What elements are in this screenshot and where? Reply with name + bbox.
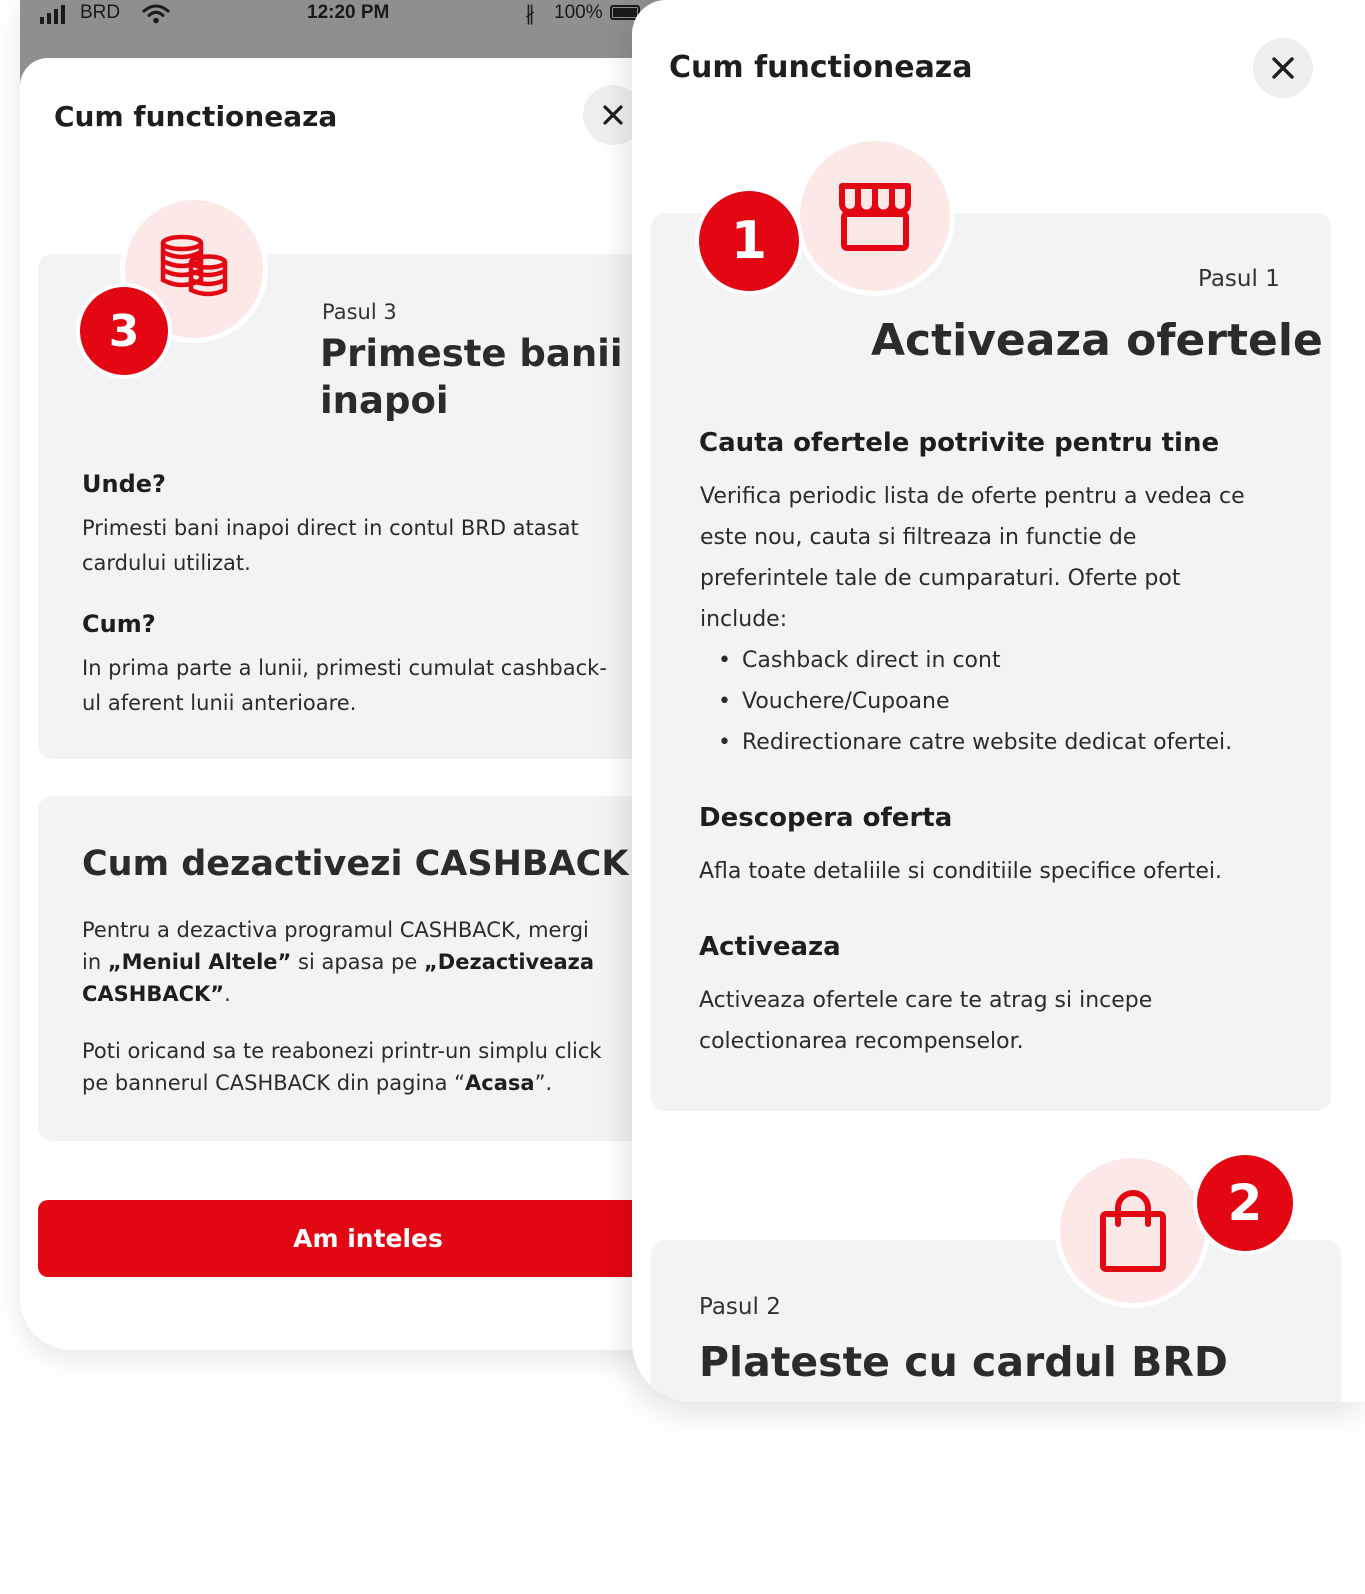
step3-title: Primeste banii inapoi bbox=[320, 330, 623, 425]
deactivate-text-line3: CASHBACK”. bbox=[82, 982, 231, 1006]
where-text-line1: Primesti bani inapoi direct in contul BR… bbox=[82, 516, 579, 540]
how-it-works-sheet-left: Cum functioneaza 3 Pasul 3 Primeste bani… bbox=[20, 58, 680, 1350]
search-text-line1: Verifica periodic lista de oferte pentru… bbox=[700, 484, 1245, 509]
step3-badge: 3 bbox=[76, 283, 172, 379]
step1-label: Pasul 1 bbox=[1198, 266, 1280, 292]
step3-title-line2: inapoi bbox=[320, 379, 449, 423]
where-heading: Unde? bbox=[82, 470, 166, 498]
sheet-title: Cum functioneaza bbox=[669, 50, 973, 85]
left-phone-screen: BRD 12:20 PM ∦ 100% Cum functioneaza 3 P… bbox=[20, 0, 680, 1350]
step3-title-line1: Primeste banii bbox=[320, 332, 623, 375]
how-text-line1: In prima parte a lunii, primesti cumulat… bbox=[82, 656, 607, 680]
activate-text-line1: Activeaza ofertele care te atrag si ince… bbox=[699, 988, 1153, 1013]
activate-heading: Activeaza bbox=[699, 932, 841, 962]
list-item: Redirectionare catre website dedicat ofe… bbox=[700, 722, 1320, 763]
bluetooth-icon: ∦ bbox=[525, 3, 535, 25]
resubscribe-text: Poti oricand sa te reabonezi printr-un s… bbox=[82, 1035, 680, 1099]
resubscribe-text-line1: Poti oricand sa te reabonezi printr-un s… bbox=[82, 1039, 602, 1063]
deactivate-text-line2: in „Meniul Altele” si apasa pe „Dezactiv… bbox=[82, 950, 595, 974]
coins-stack-icon bbox=[160, 234, 228, 297]
close-button[interactable] bbox=[1253, 38, 1313, 98]
close-icon bbox=[1272, 57, 1294, 79]
list-item: Cashback direct in cont bbox=[700, 640, 1320, 681]
how-heading: Cum? bbox=[82, 610, 156, 638]
discover-offer-heading: Descopera oferta bbox=[699, 803, 953, 833]
deactivate-text-line1: Pentru a dezactiva programul CASHBACK, m… bbox=[82, 918, 589, 942]
step3-label: Pasul 3 bbox=[322, 300, 397, 324]
step1-badge: 1 bbox=[695, 187, 803, 295]
wifi-icon bbox=[142, 4, 170, 24]
close-icon bbox=[603, 105, 623, 125]
activate-text: Activeaza ofertele care te atrag si ince… bbox=[699, 980, 1319, 1062]
step2-label: Pasul 2 bbox=[699, 1294, 781, 1320]
search-text-line3: preferintele tale de cumparaturi. Oferte… bbox=[700, 566, 1181, 591]
step2-badge: 2 bbox=[1193, 1151, 1297, 1255]
discover-offer-text: Afla toate detaliile si conditiile speci… bbox=[699, 859, 1223, 884]
step2-title: Plateste cu cardul BRD bbox=[699, 1338, 1228, 1386]
sheet-title: Cum functioneaza bbox=[54, 100, 338, 133]
store-icon bbox=[839, 183, 911, 251]
carrier-name: BRD bbox=[80, 2, 121, 23]
right-phone-screen: Cum functioneaza 1 Pasul 1 Activeaza ofe… bbox=[632, 0, 1365, 1402]
resubscribe-text-line2: pe bannerul CASHBACK din pagina “Acasa”. bbox=[82, 1071, 553, 1095]
step1-icon-bubble bbox=[795, 136, 955, 296]
where-text: Primesti bani inapoi direct in contul BR… bbox=[82, 511, 680, 581]
step1-title: Activeaza ofertele bbox=[871, 315, 1323, 366]
clock-time: 12:20 PM bbox=[307, 2, 390, 23]
where-text-line2: cardului utilizat. bbox=[82, 551, 251, 575]
search-offers-text: Verifica periodic lista de oferte pentru… bbox=[700, 476, 1320, 640]
battery-percentage: 100% bbox=[554, 2, 603, 23]
how-text-line2: ul aferent lunii anterioare. bbox=[82, 691, 357, 715]
search-text-line4: include: bbox=[700, 607, 788, 632]
signal-icon bbox=[40, 4, 65, 24]
shopping-bag-icon bbox=[1099, 1189, 1166, 1272]
deactivate-instructions: Pentru a dezactiva programul CASHBACK, m… bbox=[82, 914, 680, 1010]
understood-button[interactable]: Am inteles bbox=[38, 1200, 680, 1277]
deactivate-title: Cum dezactivezi CASHBACK bbox=[82, 844, 629, 884]
offer-types-list: Cashback direct in cont Vouchere/Cupoane… bbox=[700, 640, 1320, 763]
how-text: In prima parte a lunii, primesti cumulat… bbox=[82, 651, 680, 721]
list-item: Vouchere/Cupoane bbox=[700, 681, 1320, 722]
search-text-line2: este nou, cauta si filtreaza in functie … bbox=[700, 525, 1137, 550]
search-offers-heading: Cauta ofertele potrivite pentru tine bbox=[699, 428, 1220, 458]
activate-text-line2: colectionarea recompenselor. bbox=[699, 1029, 1024, 1054]
step2-icon-bubble bbox=[1055, 1153, 1210, 1308]
